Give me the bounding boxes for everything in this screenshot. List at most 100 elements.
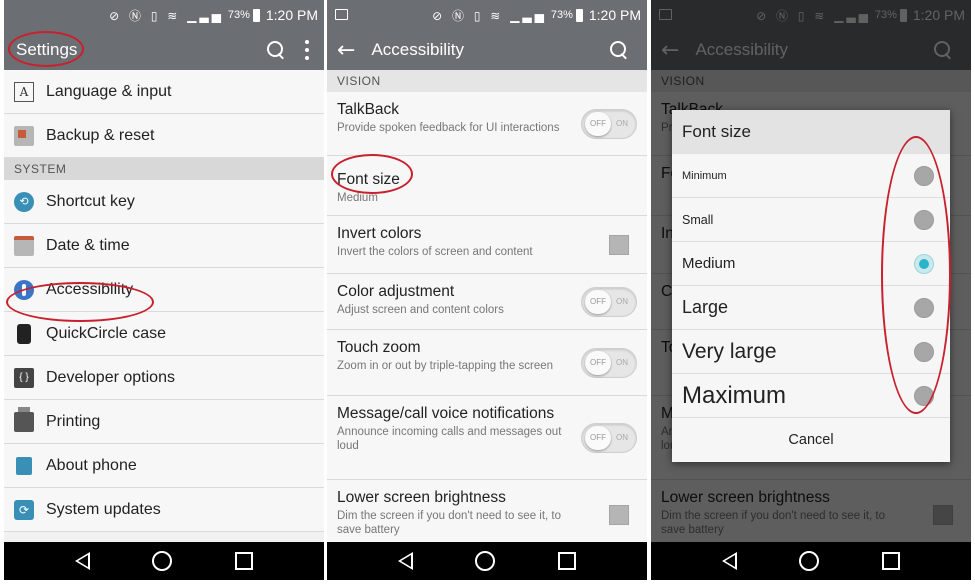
option-label: Medium [682, 255, 736, 272]
toggle-on-label: ON [616, 358, 628, 367]
battery-icon [575, 8, 583, 22]
settings-screen: ⊘ Ⓝ ▯ ≋ ▁▃▅ 73% 1:20 PM Settings A Langu… [4, 0, 324, 580]
settings-item-label: Date & time [46, 236, 130, 254]
setting-subtitle: Dim the screen if you don't need to see … [337, 510, 562, 536]
more-options-icon[interactable] [304, 40, 310, 60]
settings-item-about[interactable]: About phone [4, 444, 324, 488]
font-size-option-minimum[interactable]: Minimum [672, 154, 950, 198]
radio-button[interactable] [914, 298, 934, 318]
home-nav-icon[interactable] [152, 551, 173, 571]
settings-item-backup[interactable]: Backup & reset [4, 114, 324, 158]
settings-item-shortcut-key[interactable]: ⟲ Shortcut key [4, 180, 324, 224]
settings-item-accessibility[interactable]: Accessibility [4, 268, 324, 312]
settings-item-label: Printing [46, 412, 101, 430]
lower-brightness-checkbox[interactable] [609, 504, 629, 525]
setting-voice-notifications[interactable]: Message/call voice notifications Announc… [327, 396, 647, 480]
option-label: Minimum [682, 169, 727, 182]
font-size-option-very-large[interactable]: Very large [672, 330, 950, 374]
setting-lower-brightness[interactable]: Lower screen brightness Dim the screen i… [327, 480, 647, 550]
search-icon[interactable] [266, 40, 286, 60]
accessibility-icon [14, 279, 34, 300]
battery-percent: 73% [550, 9, 573, 21]
toggle-off-label: OFF [585, 425, 611, 450]
back-nav-icon[interactable] [75, 552, 91, 570]
settings-item-label: Accessibility [46, 280, 134, 298]
home-nav-icon[interactable] [799, 551, 820, 571]
radio-button[interactable] [914, 166, 934, 186]
toggle-on-label: ON [616, 433, 628, 442]
action-bar: ← Accessibility [327, 30, 647, 70]
backup-icon [14, 125, 34, 146]
option-label: Maximum [682, 381, 787, 409]
setting-title: Touch zoom [337, 339, 421, 356]
status-time: 1:20 PM [265, 7, 318, 23]
color-adjustment-toggle[interactable]: OFF ON [581, 286, 637, 317]
setting-title: TalkBack [337, 101, 400, 118]
back-nav-icon[interactable] [398, 552, 414, 570]
settings-list: A Language & input Backup & reset SYSTEM… [4, 70, 324, 532]
dialog-title: Font size [672, 110, 950, 154]
voice-notifications-toggle[interactable]: OFF ON [581, 422, 637, 453]
toggle-on-label: ON [616, 119, 628, 128]
font-size-option-maximum[interactable]: Maximum [672, 374, 950, 418]
settings-item-language[interactable]: A Language & input [4, 70, 324, 114]
option-label: Very large [682, 339, 777, 363]
setting-title: Invert colors [337, 225, 422, 242]
setting-title: Color adjustment [337, 283, 455, 300]
setting-talkback[interactable]: TalkBack Provide spoken feedback for UI … [327, 92, 647, 156]
talkback-toggle[interactable]: OFF ON [581, 108, 637, 139]
settings-item-printing[interactable]: Printing [4, 400, 324, 444]
info-icon [16, 456, 32, 475]
action-bar: Settings [4, 30, 324, 70]
radio-button[interactable] [914, 210, 934, 230]
setting-subtitle: Invert the colors of screen and content [337, 246, 533, 258]
navigation-bar [651, 542, 971, 580]
setting-invert-colors[interactable]: Invert colors Invert the colors of scree… [327, 216, 647, 274]
font-size-options: Minimum Small Medium Large Very large Ma… [672, 154, 950, 418]
recent-apps-icon[interactable] [234, 552, 253, 570]
toggle-off-label: OFF [585, 350, 611, 375]
search-icon[interactable] [609, 40, 629, 60]
back-arrow-icon[interactable]: ← [337, 38, 355, 63]
update-icon: ⟳ [14, 499, 34, 520]
printer-icon [14, 406, 34, 432]
back-nav-icon[interactable] [722, 552, 738, 570]
font-size-option-medium[interactable]: Medium [672, 242, 950, 286]
setting-title: Font size [337, 171, 400, 188]
settings-item-label: Shortcut key [46, 192, 135, 210]
settings-item-date-time[interactable]: Date & time [4, 224, 324, 268]
toggle-off-label: OFF [585, 111, 611, 136]
font-size-option-small[interactable]: Small [672, 198, 950, 242]
recent-apps-icon[interactable] [881, 552, 900, 570]
setting-title: Lower screen brightness [337, 489, 506, 506]
invert-colors-checkbox[interactable] [609, 234, 629, 255]
settings-item-label: Backup & reset [46, 126, 155, 144]
navigation-bar [327, 542, 647, 580]
home-nav-icon[interactable] [475, 551, 496, 571]
setting-subtitle: Announce incoming calls and messages out… [337, 426, 562, 452]
radio-button[interactable] [914, 386, 934, 406]
radio-button[interactable] [914, 254, 934, 274]
option-label: Small [682, 212, 714, 227]
setting-subtitle: Adjust screen and content colors [337, 304, 504, 316]
setting-title: Message/call voice notifications [337, 405, 555, 422]
recent-apps-icon[interactable] [557, 552, 576, 570]
quickcircle-icon [17, 323, 31, 344]
cancel-button[interactable]: Cancel [672, 418, 950, 462]
setting-font-size[interactable]: Font size Medium [327, 156, 647, 216]
accessibility-screen: ⊘ Ⓝ ▯ ≋ ▁▃▅ 73% 1:20 PM ← Accessibility … [327, 0, 647, 580]
page-title: Accessibility [371, 40, 465, 59]
settings-item-quickcircle[interactable]: QuickCircle case [4, 312, 324, 356]
section-header-system: SYSTEM [4, 158, 324, 180]
developer-icon: { } [14, 367, 34, 388]
touch-zoom-toggle[interactable]: OFF ON [581, 347, 637, 378]
settings-item-developer[interactable]: { } Developer options [4, 356, 324, 400]
setting-color-adjustment[interactable]: Color adjustment Adjust screen and conte… [327, 274, 647, 330]
navigation-bar [4, 542, 324, 580]
status-bar: ⊘ Ⓝ ▯ ≋ ▁▃▅ 73% 1:20 PM [4, 0, 324, 30]
settings-item-system-updates[interactable]: ⟳ System updates [4, 488, 324, 532]
font-size-dialog-screen: ⊘ Ⓝ ▯ ≋ ▁▃▅ 73% 1:20 PM ← Accessibility … [651, 0, 971, 580]
radio-button[interactable] [914, 342, 934, 362]
setting-touch-zoom[interactable]: Touch zoom Zoom in or out by triple-tapp… [327, 330, 647, 396]
font-size-option-large[interactable]: Large [672, 286, 950, 330]
